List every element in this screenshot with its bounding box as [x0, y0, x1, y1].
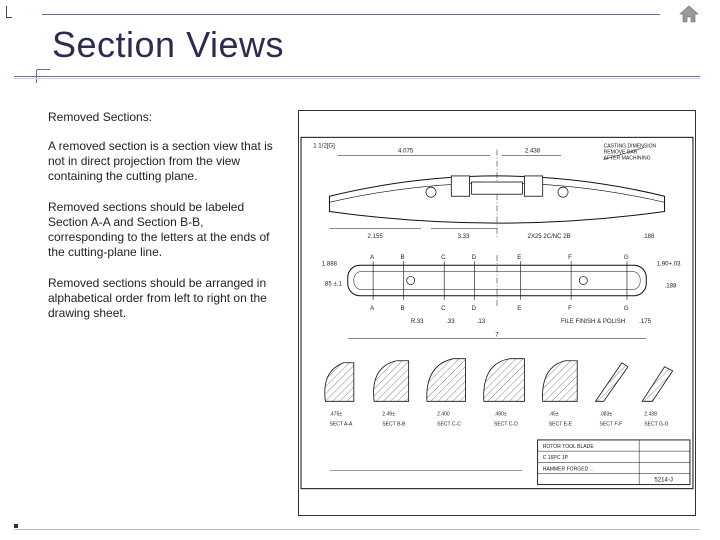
dim-85: .85 ±.1 — [323, 281, 342, 288]
dim-remove: 2.438 — [525, 148, 541, 155]
tb-sheet: 5214-J — [654, 477, 673, 484]
sec-lab-b: SECT B-B — [382, 422, 406, 428]
svg-text:A: A — [370, 254, 375, 261]
svg-text:E: E — [517, 305, 521, 312]
sec-d-c: 2.400 — [437, 412, 450, 418]
footer-divider — [14, 529, 700, 530]
section — [374, 361, 409, 402]
drawing-figure: 4.075 2.438 1 1/2[G] CASTING DIMENSION R… — [298, 110, 696, 516]
svg-text:E: E — [517, 254, 521, 261]
drawing-svg: 4.075 2.438 1 1/2[G] CASTING DIMENSION R… — [299, 111, 695, 515]
home-icon[interactable] — [678, 4, 700, 24]
sec-d-f: .083± — [600, 412, 613, 418]
note-file: FILE FINISH & POLISH — [561, 318, 625, 325]
dim-1888: 1.888 — [322, 260, 338, 267]
section — [642, 367, 672, 402]
dim-188-2: .188 — [665, 283, 677, 290]
svg-text:C: C — [441, 305, 446, 312]
dim-lm: 3.33 — [458, 233, 470, 240]
paragraph-2: Removed sections should be labeled Secti… — [48, 200, 280, 260]
title-block: ROTOR TOOL BLADE C 16PC 1P HAMMER FORGED… — [538, 440, 690, 485]
section — [325, 363, 354, 402]
dim-ll: 2.155 — [368, 233, 384, 240]
sec-d-a: .475± — [329, 412, 342, 418]
paragraph-3: Removed sections should be arranged in a… — [48, 276, 280, 321]
svg-text:B: B — [401, 254, 405, 261]
section — [427, 359, 466, 402]
corner-dot — [14, 524, 18, 528]
tb-mat: C 16PC 1P — [543, 455, 569, 461]
sec-d-b: 2.49± — [382, 412, 395, 418]
dim-r33: R.33 — [411, 318, 424, 325]
paragraph-1: A removed section is a section view that… — [48, 139, 280, 184]
sec-d-e: .45± — [549, 412, 559, 418]
svg-text:D: D — [472, 305, 477, 312]
svg-text:D: D — [472, 254, 477, 261]
profile-view: A A B B C C D D E E F F G G — [322, 254, 681, 338]
page-title: Section Views — [52, 24, 700, 66]
section — [595, 363, 627, 402]
svg-text:G: G — [624, 254, 629, 261]
top-divider — [42, 14, 660, 15]
sec-lab-e: SECT E-E — [549, 422, 573, 428]
svg-text:G: G — [624, 305, 629, 312]
dim-13: .13 — [477, 318, 486, 325]
subheading: Removed Sections: — [48, 110, 280, 125]
caption-tl: 1 1/2[G] — [313, 142, 335, 149]
svg-text:C: C — [441, 254, 446, 261]
dim-33: .33 — [446, 318, 455, 325]
corner-tick — [6, 6, 12, 18]
body-text: Removed Sections: A removed section is a… — [48, 110, 280, 516]
sec-lab-g: SECT G-G — [644, 422, 668, 428]
sec-lab-f: SECT F-F — [600, 422, 623, 428]
sec-d-d: .490± — [494, 412, 507, 418]
svg-text:F: F — [568, 254, 572, 261]
svg-text:B: B — [401, 305, 405, 312]
hole-note: 2X25 2C/NC 2B — [527, 233, 570, 240]
sec-lab-c: SECT C-C — [437, 422, 461, 428]
section — [543, 361, 578, 402]
dim-top: 4.075 — [398, 148, 414, 155]
dim-190: 1.90+.03 — [657, 260, 681, 267]
tb-part: ROTOR TOOL BLADE — [543, 444, 595, 450]
svg-text:A: A — [370, 305, 375, 312]
svg-text:F: F — [568, 305, 572, 312]
note-right-3: AFTER MACHINING — [604, 156, 651, 162]
sections-row: SECT A-A SECT B-B SECT C-C SECT C-D SECT… — [325, 359, 673, 428]
top-view: 4.075 2.438 1 1/2[G] CASTING DIMENSION R… — [313, 142, 664, 239]
title-divider-shadow — [14, 78, 700, 79]
sec-d-g: 2.438 — [644, 412, 657, 418]
dim-175: .175 — [639, 318, 651, 325]
section — [484, 359, 525, 402]
sec-lab-d: SECT C-D — [494, 422, 518, 428]
title-divider — [14, 76, 700, 77]
dim-7: 7 — [495, 331, 499, 338]
dim-188: .188 — [643, 233, 655, 240]
tb-proc: HAMMER FORGED ... — [543, 466, 594, 472]
sec-lab-a: SECT A-A — [329, 422, 353, 428]
